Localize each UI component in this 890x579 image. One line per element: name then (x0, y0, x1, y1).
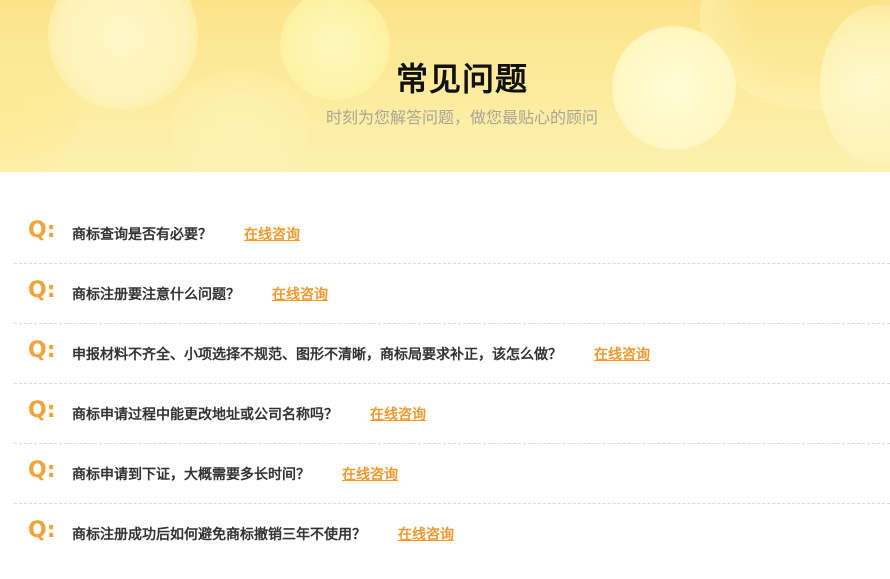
faq-question: 商标查询是否有必要？ (72, 227, 212, 243)
faq-question-row: 申报材料不齐全、小项选择不规范、图形不清晰，商标局要求补正，该怎么做？ 在线咨询 (72, 344, 650, 365)
faq-question-row: 商标注册要注意什么问题？ 在线咨询 (72, 284, 328, 305)
faq-question: 申报材料不齐全、小项选择不规范、图形不清晰，商标局要求补正，该怎么做？ (72, 347, 562, 363)
faq-item: Q: 商标查询是否有必要？ 在线咨询 (14, 204, 890, 264)
q-icon: Q: (28, 278, 56, 303)
faq-item: Q: 申报材料不齐全、小项选择不规范、图形不清晰，商标局要求补正，该怎么做？ 在线… (14, 324, 890, 384)
q-icon: Q: (28, 398, 56, 423)
faq-question-row: 商标申请过程中能更改地址或公司名称吗？ 在线咨询 (72, 404, 426, 425)
faq-question: 商标注册成功后如何避免商标撤销三年不使用？ (72, 527, 366, 543)
faq-question: 商标申请到下证，大概需要多长时间？ (72, 467, 310, 483)
faq-item: Q: 商标注册要注意什么问题？ 在线咨询 (14, 264, 890, 324)
online-consult-link[interactable]: 在线咨询 (370, 407, 426, 423)
faq-item: Q: 商标注册成功后如何避免商标撤销三年不使用？ 在线咨询 (14, 504, 890, 563)
online-consult-link[interactable]: 在线咨询 (398, 527, 454, 543)
faq-question-row: 商标注册成功后如何避免商标撤销三年不使用？ 在线咨询 (72, 524, 454, 545)
faq-question: 商标注册要注意什么问题？ (72, 287, 240, 303)
faq-item: Q: 商标申请过程中能更改地址或公司名称吗？ 在线咨询 (14, 384, 890, 444)
q-icon: Q: (28, 518, 56, 543)
faq-page: 常见问题 时刻为您解答问题，做您最贴心的顾问 Q: 商标查询是否有必要？ 在线咨询… (0, 0, 890, 579)
online-consult-link[interactable]: 在线咨询 (342, 467, 398, 483)
faq-question: 商标申请过程中能更改地址或公司名称吗？ (72, 407, 338, 423)
faq-item: Q: 商标申请到下证，大概需要多长时间？ 在线咨询 (14, 444, 890, 504)
q-icon: Q: (28, 458, 56, 483)
faq-question-row: 商标查询是否有必要？ 在线咨询 (72, 224, 300, 245)
page-title: 常见问题 (395, 60, 528, 98)
page-subtitle: 时刻为您解答问题，做您最贴心的顾问 (325, 108, 598, 127)
online-consult-link[interactable]: 在线咨询 (272, 287, 328, 303)
faq-question-row: 商标申请到下证，大概需要多长时间？ 在线咨询 (72, 464, 398, 485)
online-consult-link[interactable]: 在线咨询 (594, 347, 650, 363)
q-icon: Q: (28, 218, 56, 243)
online-consult-link[interactable]: 在线咨询 (244, 227, 300, 243)
faq-list: Q: 商标查询是否有必要？ 在线咨询 Q: 商标注册要注意什么问题？ 在线咨询 Q:… (14, 204, 890, 563)
q-icon: Q: (28, 338, 56, 363)
faq-banner: 常见问题 时刻为您解答问题，做您最贴心的顾问 (0, 0, 890, 172)
